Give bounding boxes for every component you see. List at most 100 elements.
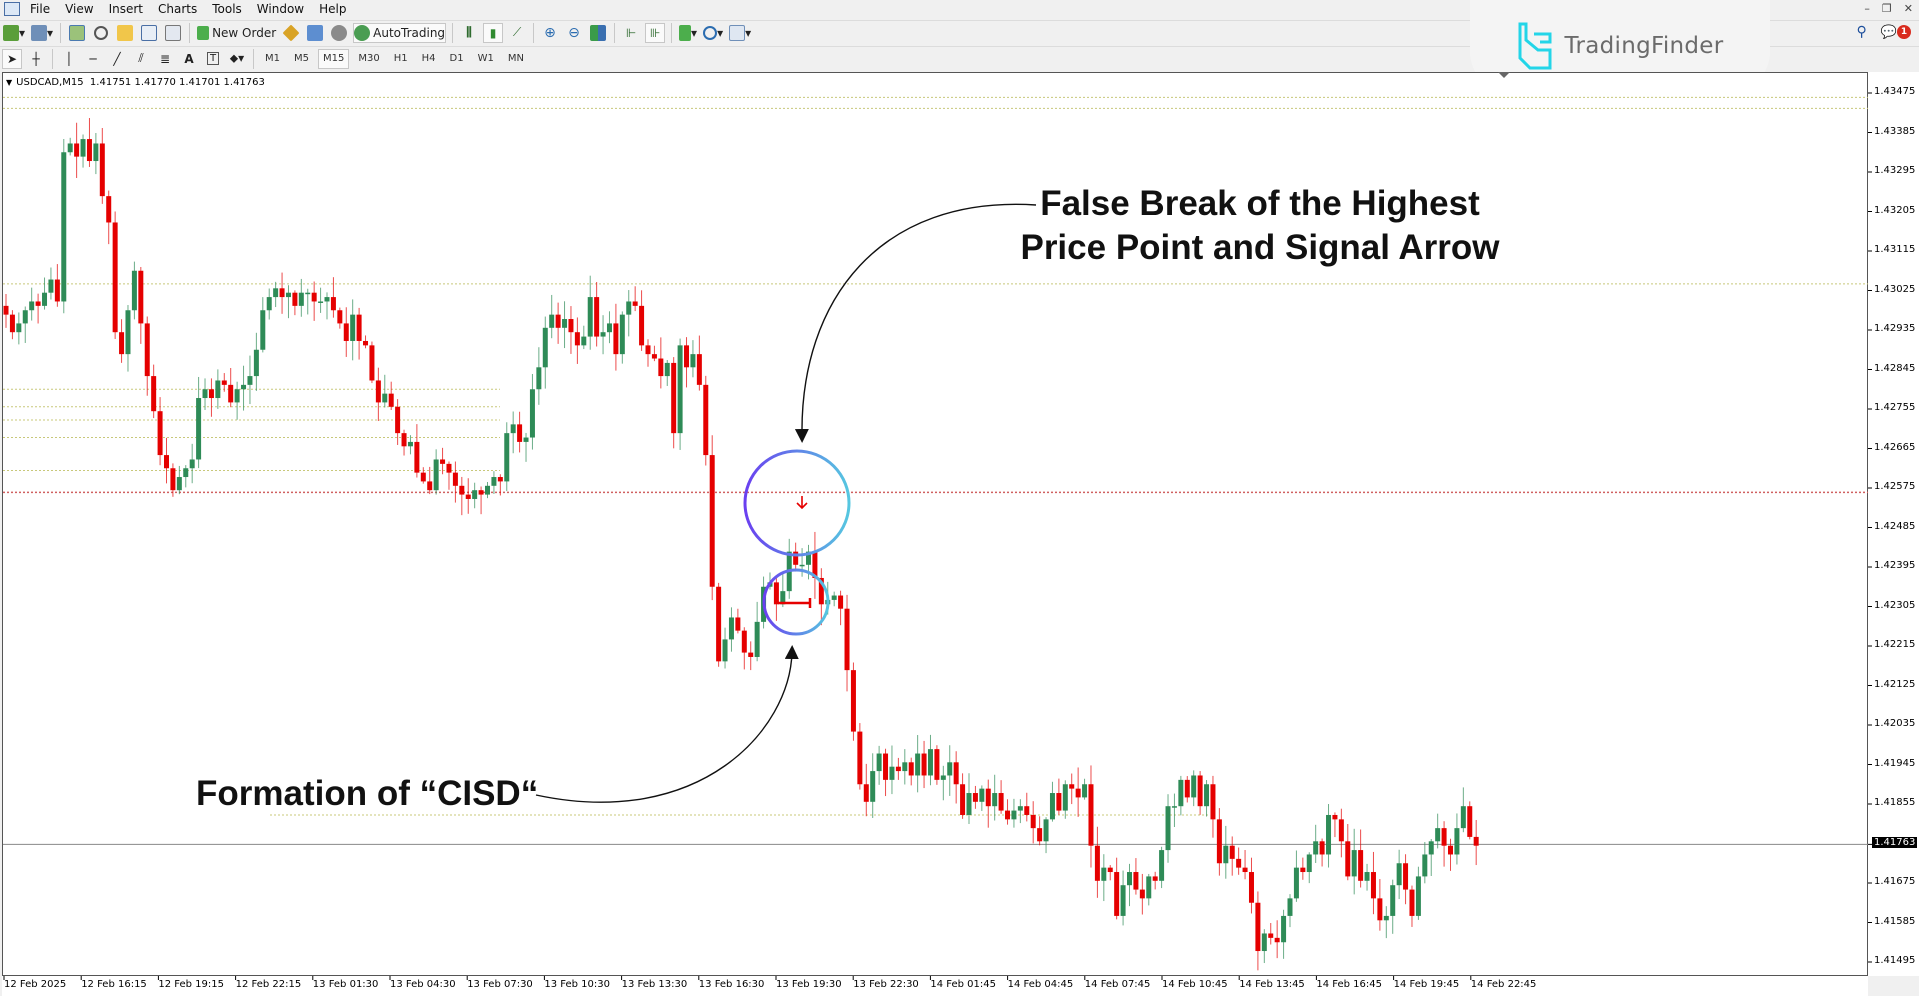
bearish-candle [1229,845,1235,859]
bullish-candle [472,490,478,499]
bullish-candle [728,617,734,640]
bearish-candle [54,279,60,302]
bullish-candle [1415,876,1421,916]
bullish-candle [1171,806,1177,808]
bearish-candle [517,424,523,442]
bearish-candle [99,143,105,197]
chart-menu-arrow-icon[interactable]: ▼ [6,78,12,87]
bullish-candle [1082,784,1088,798]
bearish-candle [330,297,336,311]
bearish-candle [164,455,169,469]
bearish-candle [35,301,41,306]
bullish-candle [619,314,625,355]
bullish-candle [382,393,388,403]
bullish-candle [1043,819,1049,842]
bullish-candle [298,292,304,306]
bullish-candle [247,376,253,385]
bullish-candle [947,762,953,776]
bullish-candle [241,384,247,390]
bullish-candle [664,362,670,377]
bearish-candle [921,753,927,776]
bearish-candle [446,463,452,473]
bearish-candle [1409,889,1415,916]
bearish-candle [857,731,863,785]
bullish-candle [93,143,99,162]
bearish-candle [112,222,118,333]
bullish-candle [1261,933,1267,952]
bullish-candle [305,292,311,295]
bullish-candle [1313,841,1319,855]
bearish-candle [1332,814,1338,820]
bearish-candle [9,314,15,333]
bullish-candle [67,143,73,153]
bearish-candle [671,362,677,434]
bearish-candle [1094,845,1100,881]
bearish-candle [1139,889,1145,899]
bearish-candle [1248,872,1254,903]
cisd-pointer-arrow [535,645,799,803]
bearish-candle [1345,841,1351,877]
bullish-candle [799,564,805,567]
bearish-candle [1358,850,1364,881]
bullish-candle [1396,863,1402,886]
bearish-candle [741,630,747,653]
bearish-candle [1056,793,1062,811]
bearish-candle [292,292,298,306]
bullish-candle [189,459,195,469]
bullish-candle [234,389,240,403]
bullish-candle [202,389,208,399]
bearish-candle [337,310,343,324]
bearish-candle [1216,819,1222,864]
bullish-candle [677,345,683,434]
bearish-candle [703,384,709,456]
bearish-candle [568,319,574,333]
bearish-candle [86,139,92,162]
bearish-candle [388,393,394,407]
bearish-candle [838,595,844,609]
bullish-candle [131,270,137,311]
chart-symbol-info: ▼ USDCAD,M15 1.41751 1.41770 1.41701 1.4… [6,77,265,88]
bearish-candle [3,305,9,315]
bullish-candle [285,292,291,298]
bullish-candle [176,477,182,491]
bullish-candle [902,762,908,772]
bearish-candle [228,384,234,403]
bearish-candle [1114,872,1120,916]
bullish-candle [1101,867,1107,881]
bullish-candle [542,327,548,368]
bullish-candle [992,793,998,807]
bullish-candle [915,753,921,776]
bullish-candle [1165,806,1171,851]
bearish-candle [684,345,690,368]
bullish-candle [215,380,221,399]
candlestick-chart [3,72,1872,980]
bearish-candle [1005,810,1011,820]
bearish-candle [1370,872,1376,899]
bullish-candle [1287,898,1293,916]
bearish-candle [119,332,125,355]
bullish-candle [1049,793,1055,820]
bullish-candle [562,319,568,328]
bearish-candle [221,380,227,385]
bearish-candle [574,332,580,346]
bullish-candle [1017,806,1023,811]
bullish-candle [1127,872,1132,886]
bullish-candle [266,297,272,311]
bullish-candle [581,336,587,346]
bearish-candle [613,323,619,355]
bullish-candle [831,595,837,600]
bearish-candle [375,380,381,403]
bearish-candle [1069,784,1075,789]
bullish-candle [350,314,356,341]
bearish-candle [356,314,362,341]
bearish-candle [895,766,901,772]
bullish-candle [1454,828,1460,855]
bullish-candle [587,297,593,337]
bullish-candle [1306,854,1312,873]
bearish-candle [478,490,484,495]
bearish-candle [452,472,458,486]
bearish-candle [594,297,600,337]
bearish-candle [863,784,869,802]
bearish-candle [953,762,959,785]
bearish-candle [1088,784,1094,846]
